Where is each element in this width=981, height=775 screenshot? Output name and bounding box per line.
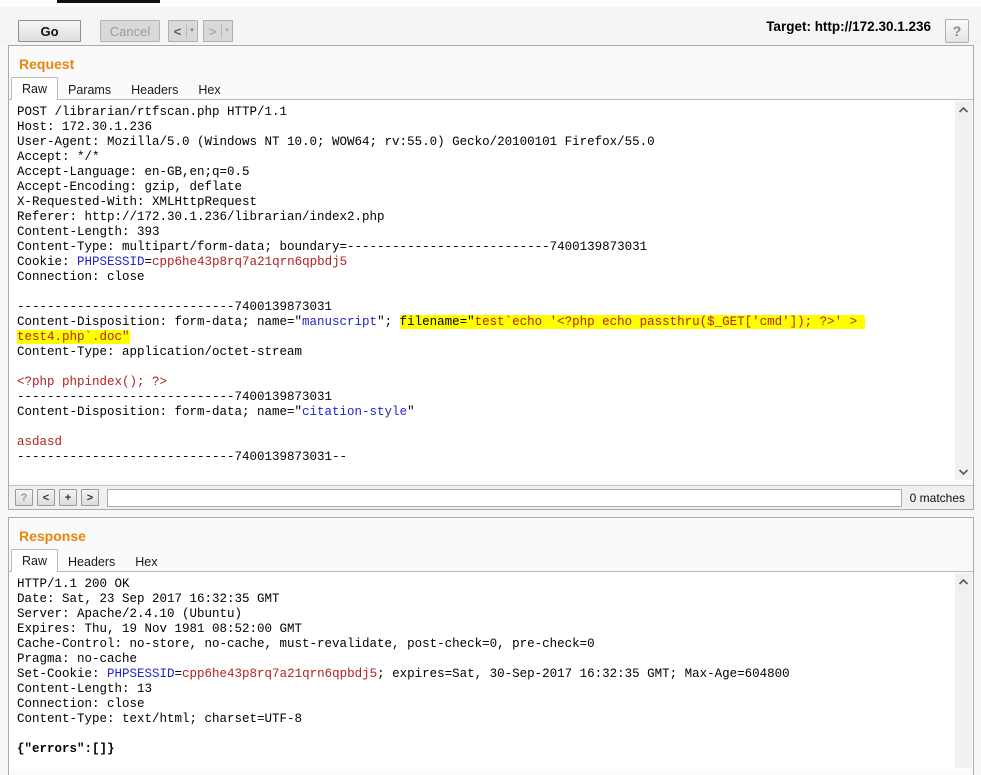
code-line: Expires: Thu, 19 Nov 1981 08:52:00 GMT (17, 622, 949, 637)
scroll-up-icon[interactable] (955, 101, 972, 118)
search-add-button[interactable]: + (59, 489, 77, 506)
search-matches-label: 0 matches (910, 491, 967, 505)
tab-raw[interactable]: Raw (11, 549, 58, 572)
request-panel: Request RawParamsHeadersHex POST /librar… (8, 45, 974, 510)
code-line: -----------------------------74001398730… (17, 390, 949, 405)
request-scrollbar[interactable] (955, 101, 972, 480)
code-line: test4.php`.doc" (17, 330, 949, 345)
request-search-bar: ? < + > 0 matches (9, 485, 973, 509)
search-input[interactable] (107, 489, 902, 507)
tab-headers[interactable]: Headers (121, 79, 188, 100)
code-line: <?php phpindex(); ?> (17, 375, 949, 390)
code-line: Date: Sat, 23 Sep 2017 16:32:35 GMT (17, 592, 949, 607)
response-viewer[interactable]: HTTP/1.1 200 OKDate: Sat, 23 Sep 2017 16… (9, 572, 973, 769)
chevron-down-icon: ▼ (222, 28, 232, 34)
code-line: HTTP/1.1 200 OK (17, 577, 949, 592)
code-line: -----------------------------74001398730… (17, 450, 949, 465)
chevron-down-icon[interactable]: ▼ (187, 28, 197, 34)
next-request-button[interactable]: > ▼ (203, 20, 233, 42)
chevron-left-icon: < (169, 24, 186, 39)
tab-edge-decoration (57, 0, 160, 3)
code-line: Content-Type: text/html; charset=UTF-8 (17, 712, 949, 727)
tab-params[interactable]: Params (58, 79, 121, 100)
code-line: Host: 172.30.1.236 (17, 120, 949, 135)
code-line: Referer: http://172.30.1.236/librarian/i… (17, 210, 949, 225)
code-line: Content-Type: application/octet-stream (17, 345, 949, 360)
code-line: User-Agent: Mozilla/5.0 (Windows NT 10.0… (17, 135, 949, 150)
code-line: Content-Length: 13 (17, 682, 949, 697)
help-button[interactable]: ? (945, 19, 969, 43)
code-line: Cache-Control: no-store, no-cache, must-… (17, 637, 949, 652)
request-raw-text[interactable]: POST /librarian/rtfscan.php HTTP/1.1Host… (9, 100, 973, 465)
window-tab-strip (0, 0, 981, 7)
tab-headers[interactable]: Headers (58, 551, 125, 572)
tab-hex[interactable]: Hex (125, 551, 167, 572)
response-title: Response (9, 518, 973, 550)
code-line: POST /librarian/rtfscan.php HTTP/1.1 (17, 105, 949, 120)
request-tabbar: RawParamsHeadersHex (9, 78, 973, 100)
code-line (17, 285, 949, 300)
response-tabbar: RawHeadersHex (9, 550, 973, 572)
code-line: Cookie: PHPSESSID=cpp6he43p8rq7a21qrn6qp… (17, 255, 949, 270)
code-line: Content-Disposition: form-data; name="ma… (17, 315, 949, 330)
repeater-toolbar: Go Cancel < ▼ > ▼ Target: http://172.30.… (0, 7, 981, 45)
search-prev-button[interactable]: < (37, 489, 55, 506)
code-line: Connection: close (17, 697, 949, 712)
code-line: Content-Length: 393 (17, 225, 949, 240)
cancel-button[interactable]: Cancel (100, 20, 160, 42)
code-line: X-Requested-With: XMLHttpRequest (17, 195, 949, 210)
search-help-button[interactable]: ? (15, 489, 33, 506)
request-title: Request (9, 46, 973, 78)
code-line: asdasd (17, 435, 949, 450)
tab-hex[interactable]: Hex (188, 79, 230, 100)
code-line: Pragma: no-cache (17, 652, 949, 667)
scroll-down-icon[interactable] (955, 463, 972, 480)
response-panel: Response RawHeadersHex HTTP/1.1 200 OKDa… (8, 517, 974, 775)
response-scrollbar[interactable] (955, 573, 972, 768)
code-line (17, 360, 949, 375)
target-label: Target: http://172.30.1.236 (766, 7, 931, 45)
code-line (17, 420, 949, 435)
previous-request-button[interactable]: < ▼ (168, 20, 198, 42)
code-line: Content-Disposition: form-data; name="ci… (17, 405, 949, 420)
code-line: Server: Apache/2.4.10 (Ubuntu) (17, 607, 949, 622)
request-editor[interactable]: POST /librarian/rtfscan.php HTTP/1.1Host… (9, 100, 973, 481)
code-line: Connection: close (17, 270, 949, 285)
code-line: Accept-Language: en-GB,en;q=0.5 (17, 165, 949, 180)
code-line: {"errors":[]} (17, 742, 949, 757)
code-line: Set-Cookie: PHPSESSID=cpp6he43p8rq7a21qr… (17, 667, 949, 682)
tab-raw[interactable]: Raw (11, 77, 58, 100)
code-line (17, 727, 949, 742)
code-line: Content-Type: multipart/form-data; bound… (17, 240, 949, 255)
chevron-right-icon: > (204, 24, 221, 39)
search-next-button[interactable]: > (81, 489, 99, 506)
response-raw-text[interactable]: HTTP/1.1 200 OKDate: Sat, 23 Sep 2017 16… (9, 572, 973, 757)
code-line: -----------------------------74001398730… (17, 300, 949, 315)
code-line: Accept: */* (17, 150, 949, 165)
code-line: Accept-Encoding: gzip, deflate (17, 180, 949, 195)
scroll-up-icon[interactable] (955, 573, 972, 590)
go-button[interactable]: Go (18, 20, 81, 42)
